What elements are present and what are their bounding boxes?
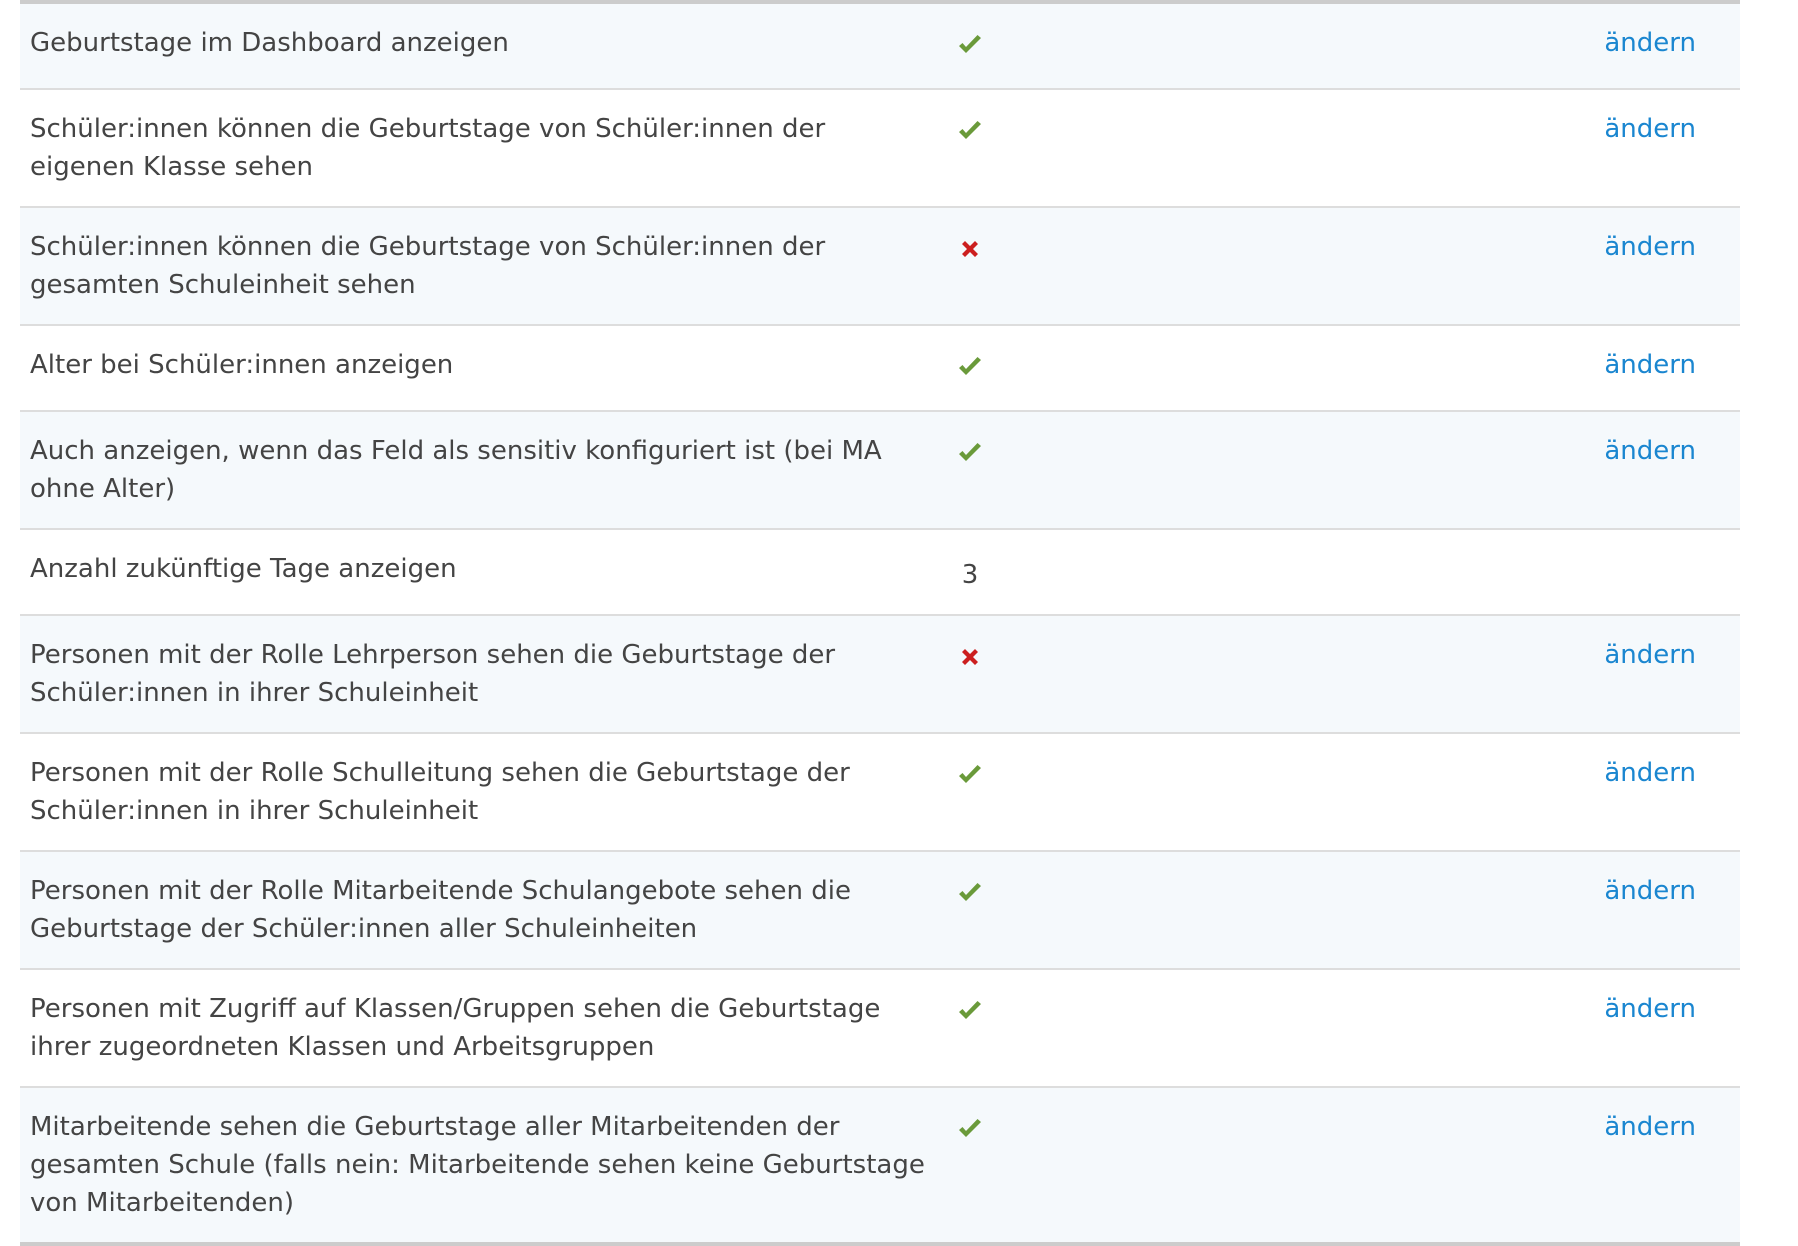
setting-row: Anzahl zukünftige Tage anzeigen 3 <box>20 529 1740 616</box>
settings-table-body: Geburtstage im Dashboard anzeigen ändern… <box>20 4 1740 1242</box>
birthday-settings-panel: Geburtstage im Dashboard anzeigen ändern… <box>20 0 1740 1246</box>
setting-value-cell <box>940 4 1000 90</box>
check-icon <box>959 765 981 783</box>
setting-value-cell <box>940 1087 1000 1242</box>
cross-icon <box>962 649 978 665</box>
check-icon <box>959 443 981 461</box>
row-spacer <box>1000 529 1600 616</box>
setting-label: Schüler:innen können die Geburtstage von… <box>20 89 940 208</box>
setting-row: Mitarbeitende sehen die Geburtstage alle… <box>20 1087 1740 1242</box>
edit-setting-link[interactable]: ändern <box>1604 994 1696 1024</box>
setting-value: 3 <box>961 560 979 590</box>
setting-value-cell <box>940 969 1000 1088</box>
row-spacer <box>1000 851 1600 970</box>
check-icon <box>959 1001 981 1019</box>
setting-action-cell: ändern <box>1600 733 1740 852</box>
check-icon <box>959 357 981 375</box>
setting-label: Geburtstage im Dashboard anzeigen <box>20 4 940 90</box>
setting-row: Auch anzeigen, wenn das Feld als sensiti… <box>20 411 1740 530</box>
setting-label: Personen mit Zugriff auf Klassen/Gruppen… <box>20 969 940 1088</box>
check-icon <box>959 883 981 901</box>
row-spacer <box>1000 969 1600 1088</box>
check-icon <box>959 35 981 53</box>
setting-value-cell <box>940 615 1000 734</box>
check-icon <box>959 121 981 139</box>
setting-action-cell: ändern <box>1600 615 1740 734</box>
setting-label: Personen mit der Rolle Lehrperson sehen … <box>20 615 940 734</box>
setting-value-cell <box>940 733 1000 852</box>
birthday-settings-table: Geburtstage im Dashboard anzeigen ändern… <box>20 4 1740 1242</box>
setting-row: Personen mit der Rolle Mitarbeitende Sch… <box>20 851 1740 970</box>
setting-action-cell: ändern <box>1600 4 1740 90</box>
setting-label: Personen mit der Rolle Mitarbeitende Sch… <box>20 851 940 970</box>
setting-action-cell: ändern <box>1600 969 1740 1088</box>
edit-setting-link[interactable]: ändern <box>1604 436 1696 466</box>
row-spacer <box>1000 1087 1600 1242</box>
edit-setting-link[interactable]: ändern <box>1604 876 1696 906</box>
setting-value-cell <box>940 411 1000 530</box>
check-icon <box>959 1119 981 1137</box>
setting-row: Personen mit der Rolle Lehrperson sehen … <box>20 615 1740 734</box>
edit-setting-link[interactable]: ändern <box>1604 114 1696 144</box>
row-spacer <box>1000 89 1600 208</box>
row-spacer <box>1000 325 1600 412</box>
setting-label: Mitarbeitende sehen die Geburtstage alle… <box>20 1087 940 1242</box>
setting-label: Anzahl zukünftige Tage anzeigen <box>20 529 940 616</box>
setting-action-cell: ändern <box>1600 89 1740 208</box>
setting-action-cell <box>1600 529 1740 616</box>
setting-action-cell: ändern <box>1600 325 1740 412</box>
setting-row: Schüler:innen können die Geburtstage von… <box>20 89 1740 208</box>
row-spacer <box>1000 411 1600 530</box>
setting-label: Personen mit der Rolle Schulleitung sehe… <box>20 733 940 852</box>
setting-action-cell: ändern <box>1600 207 1740 326</box>
setting-action-cell: ändern <box>1600 411 1740 530</box>
setting-action-cell: ändern <box>1600 851 1740 970</box>
setting-label: Auch anzeigen, wenn das Feld als sensiti… <box>20 411 940 530</box>
setting-label: Schüler:innen können die Geburtstage von… <box>20 207 940 326</box>
row-spacer <box>1000 4 1600 90</box>
setting-value-cell: 3 <box>940 529 1000 616</box>
setting-row: Personen mit der Rolle Schulleitung sehe… <box>20 733 1740 852</box>
setting-row: Schüler:innen können die Geburtstage von… <box>20 207 1740 326</box>
row-spacer <box>1000 615 1600 734</box>
cross-icon <box>962 241 978 257</box>
setting-value-cell <box>940 851 1000 970</box>
table-bottom-divider <box>20 1242 1740 1246</box>
setting-action-cell: ändern <box>1600 1087 1740 1242</box>
row-spacer <box>1000 207 1600 326</box>
edit-setting-link[interactable]: ändern <box>1604 640 1696 670</box>
setting-value-cell <box>940 89 1000 208</box>
setting-row: Alter bei Schüler:innen anzeigen ändern <box>20 325 1740 412</box>
edit-setting-link[interactable]: ändern <box>1604 232 1696 262</box>
setting-value-cell <box>940 325 1000 412</box>
edit-setting-link[interactable]: ändern <box>1604 1112 1696 1142</box>
setting-row: Geburtstage im Dashboard anzeigen ändern <box>20 4 1740 90</box>
edit-setting-link[interactable]: ändern <box>1604 758 1696 788</box>
edit-setting-link[interactable]: ändern <box>1604 28 1696 58</box>
row-spacer <box>1000 733 1600 852</box>
setting-value-cell <box>940 207 1000 326</box>
setting-label: Alter bei Schüler:innen anzeigen <box>20 325 940 412</box>
setting-row: Personen mit Zugriff auf Klassen/Gruppen… <box>20 969 1740 1088</box>
edit-setting-link[interactable]: ändern <box>1604 350 1696 380</box>
